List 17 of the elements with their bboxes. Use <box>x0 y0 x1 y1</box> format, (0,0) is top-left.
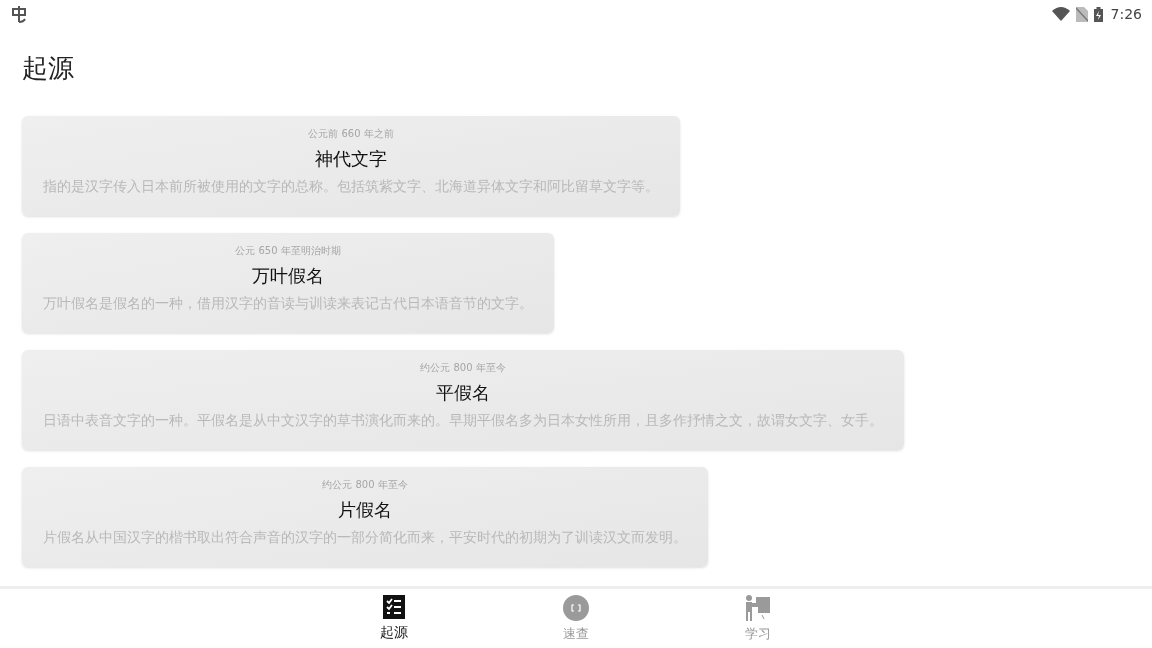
battery-icon <box>1093 6 1103 22</box>
nav-tab[interactable]: 起源 <box>368 595 420 648</box>
era-title: 平假名 <box>436 381 490 405</box>
teacher-icon <box>745 595 771 621</box>
era-title: 万叶假名 <box>252 264 324 288</box>
page-title: 起源 <box>22 52 75 85</box>
wifi-icon <box>1051 7 1070 21</box>
era-date: 公元前 660 年之前 <box>308 127 394 141</box>
era-date: 约公元 800 年至今 <box>322 478 408 492</box>
era-date: 公元 650 年至明治时期 <box>235 244 341 258</box>
checklist-icon <box>383 595 405 619</box>
scan-icon <box>563 595 589 621</box>
era-title: 神代文字 <box>315 147 387 171</box>
clock-time: 7:26 <box>1110 4 1142 24</box>
era-date: 约公元 800 年至今 <box>420 361 506 375</box>
era-title: 片假名 <box>338 498 392 522</box>
no-sim-icon <box>1075 6 1088 22</box>
